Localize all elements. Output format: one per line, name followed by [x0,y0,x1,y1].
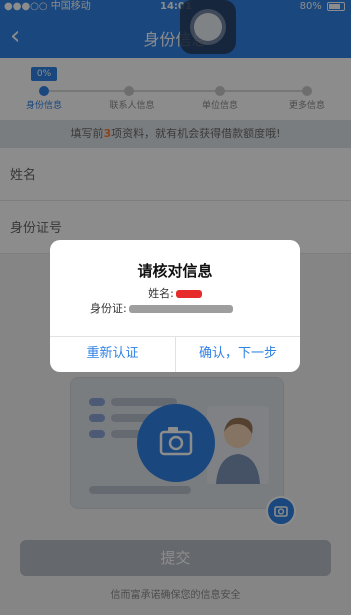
recertify-button[interactable]: 重新认证 [50,336,175,372]
dialog-id-row: 身份证: [90,300,300,316]
dialog-name-row: 姓名: [50,285,300,301]
confirm-next-button[interactable]: 确认，下一步 [176,336,300,372]
dialog-name-label: 姓名: [148,287,174,300]
dialog-title: 请核对信息 [137,262,213,280]
redacted-name [175,290,202,298]
dialog-id-label: 身份证: [90,302,127,315]
verify-dialog: 请核对信息 姓名: 身份证: 重新认证 确认，下一步 [50,240,300,372]
redacted-id-number [128,305,233,313]
